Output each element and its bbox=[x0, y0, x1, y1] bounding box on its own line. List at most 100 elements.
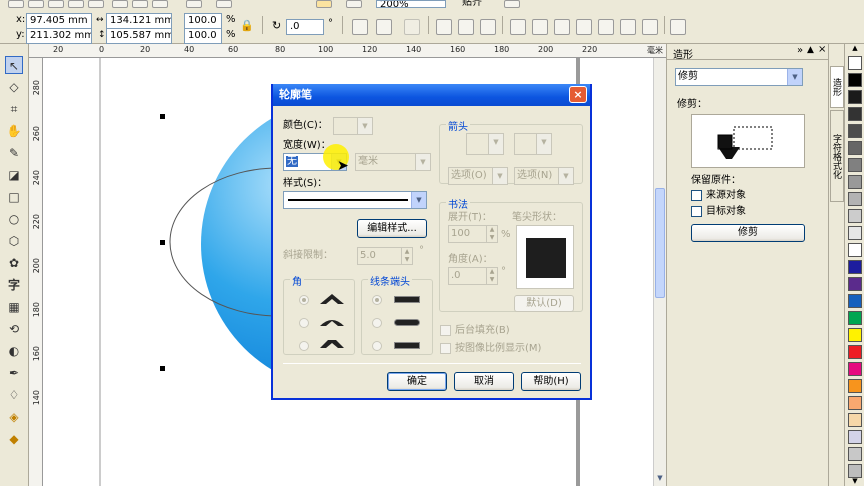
cap-square-radio[interactable] bbox=[372, 341, 382, 351]
star-icon[interactable] bbox=[316, 0, 332, 8]
color-swatch[interactable] bbox=[848, 396, 862, 410]
back-minus-front-icon[interactable] bbox=[620, 19, 636, 35]
cap-round-radio[interactable] bbox=[372, 318, 382, 328]
print-icon[interactable] bbox=[68, 0, 84, 8]
color-swatch[interactable] bbox=[848, 464, 862, 478]
trim-icon[interactable] bbox=[532, 19, 548, 35]
color-swatch[interactable] bbox=[848, 124, 862, 138]
smart-fill-tool-icon[interactable]: ◪ bbox=[5, 166, 23, 184]
arrow-options-left[interactable]: 选项(O) ▼ bbox=[448, 167, 508, 185]
selection-handle[interactable] bbox=[160, 114, 165, 119]
color-swatch[interactable] bbox=[848, 311, 862, 325]
behind-fill-checkbox[interactable] bbox=[440, 325, 451, 336]
color-swatch[interactable] bbox=[848, 73, 862, 87]
vertical-scrollbar[interactable]: ▼ bbox=[653, 58, 666, 486]
color-swatch[interactable] bbox=[848, 175, 862, 189]
scale-with-image-checkbox[interactable] bbox=[440, 343, 451, 354]
corner-miter-radio[interactable] bbox=[299, 295, 309, 305]
source-object-checkbox[interactable] bbox=[691, 190, 702, 201]
ungroup-all-icon[interactable] bbox=[480, 19, 496, 35]
selection-handle[interactable] bbox=[160, 240, 165, 245]
align-icon[interactable] bbox=[670, 19, 686, 35]
copy-icon[interactable] bbox=[132, 0, 148, 8]
shape-tool-icon[interactable]: ◇ bbox=[5, 78, 23, 96]
ok-button[interactable]: 确定 bbox=[387, 372, 447, 391]
width-field[interactable]: 134.121 mm bbox=[106, 13, 172, 29]
tab-shaping[interactable]: 造形 bbox=[830, 66, 844, 108]
unit-combo[interactable]: 毫米 ▼ bbox=[355, 153, 431, 171]
trim-button[interactable]: 修剪 bbox=[691, 224, 805, 242]
color-swatch[interactable] bbox=[848, 379, 862, 393]
zoom-combo[interactable]: 200% bbox=[376, 0, 446, 8]
fill-tool-icon[interactable]: ◈ bbox=[5, 408, 23, 426]
weld-icon[interactable] bbox=[510, 19, 526, 35]
edit-style-button[interactable]: 编辑样式... bbox=[357, 219, 427, 238]
color-swatch[interactable] bbox=[848, 209, 862, 223]
color-swatch[interactable] bbox=[848, 192, 862, 206]
color-swatch[interactable] bbox=[848, 141, 862, 155]
angle-field[interactable]: .0 ▲ ▼ bbox=[448, 267, 498, 285]
selection-handle[interactable] bbox=[160, 366, 165, 371]
help-button[interactable]: 帮助(H) bbox=[521, 372, 581, 391]
color-swatch[interactable] bbox=[848, 90, 862, 104]
y-position-field[interactable]: 211.302 mm bbox=[26, 28, 92, 44]
ungroup-icon[interactable] bbox=[458, 19, 474, 35]
line-style-combo[interactable]: ▼ bbox=[283, 191, 427, 209]
close-icon[interactable]: × bbox=[569, 86, 587, 103]
arrow-options-right[interactable]: 选项(N) ▼ bbox=[514, 167, 574, 185]
basic-shapes-tool-icon[interactable]: ✿ bbox=[5, 254, 23, 272]
options-icon[interactable] bbox=[504, 0, 520, 8]
target-object-checkbox[interactable] bbox=[691, 206, 702, 217]
front-minus-back-icon[interactable] bbox=[598, 19, 614, 35]
height-field[interactable]: 105.587 mm bbox=[106, 28, 172, 44]
connector-tool-icon[interactable]: ⟲ bbox=[5, 320, 23, 338]
color-swatch[interactable] bbox=[848, 226, 862, 240]
interactive-fill-tool-icon[interactable]: ◆ bbox=[5, 430, 23, 448]
interactive-tool-icon[interactable]: ◐ bbox=[5, 342, 23, 360]
docker-minimize-icon[interactable]: ▲ bbox=[807, 45, 814, 55]
stretch-field[interactable]: 100 ▲ ▼ bbox=[448, 225, 498, 243]
corner-bevel-radio[interactable] bbox=[299, 341, 309, 351]
start-arrow-combo[interactable]: ▼ bbox=[466, 133, 504, 155]
nib-shape-preview[interactable] bbox=[516, 225, 574, 289]
redo-icon[interactable] bbox=[216, 0, 232, 8]
color-swatch[interactable] bbox=[848, 362, 862, 376]
undo-icon[interactable] bbox=[186, 0, 202, 8]
outline-tool-icon[interactable]: ♢ bbox=[5, 386, 23, 404]
text-tool-icon[interactable]: 字 bbox=[5, 276, 23, 294]
table-tool-icon[interactable]: ▦ bbox=[5, 298, 23, 316]
polygon-tool-icon[interactable]: ⬡ bbox=[5, 232, 23, 250]
freehand-tool-icon[interactable]: ✎ bbox=[5, 144, 23, 162]
convert-icon[interactable] bbox=[404, 19, 420, 35]
docker-close-icon[interactable]: × bbox=[818, 44, 826, 55]
palette-scroll-down-icon[interactable]: ▼ bbox=[848, 477, 862, 486]
color-swatch[interactable] bbox=[848, 294, 862, 308]
crop-tool-icon[interactable]: ⌗ bbox=[5, 100, 23, 118]
cut-icon[interactable] bbox=[112, 0, 128, 8]
shaping-mode-combo[interactable]: 修剪 ▼ bbox=[675, 68, 803, 86]
color-swatch[interactable] bbox=[848, 277, 862, 291]
rectangle-tool-icon[interactable]: □ bbox=[5, 188, 23, 206]
scroll-down-icon[interactable]: ▼ bbox=[655, 474, 665, 484]
pan-tool-icon[interactable]: ✋ bbox=[5, 122, 23, 140]
end-arrow-combo[interactable]: ▼ bbox=[514, 133, 552, 155]
scale-y-field[interactable]: 100.0 bbox=[184, 28, 222, 44]
color-swatch[interactable] bbox=[848, 260, 862, 274]
lock-ratio-icon[interactable]: 🔒 bbox=[240, 19, 254, 33]
paste-icon[interactable] bbox=[152, 0, 168, 8]
app-launcher-icon[interactable] bbox=[346, 0, 362, 8]
simplify-icon[interactable] bbox=[576, 19, 592, 35]
color-swatch[interactable] bbox=[848, 243, 862, 257]
color-swatch[interactable] bbox=[848, 107, 862, 121]
color-swatch[interactable] bbox=[848, 413, 862, 427]
color-swatch[interactable] bbox=[848, 56, 862, 70]
palette-scroll-up-icon[interactable]: ▲ bbox=[848, 44, 862, 53]
color-swatch[interactable] bbox=[848, 430, 862, 444]
default-button[interactable]: 默认(D) bbox=[514, 295, 574, 312]
corner-round-radio[interactable] bbox=[299, 318, 309, 328]
x-position-field[interactable]: 97.405 mm bbox=[26, 13, 92, 29]
cancel-button[interactable]: 取消 bbox=[454, 372, 514, 391]
new-icon[interactable] bbox=[8, 0, 24, 8]
mirror-horizontal-icon[interactable] bbox=[352, 19, 368, 35]
intersect-icon[interactable] bbox=[554, 19, 570, 35]
